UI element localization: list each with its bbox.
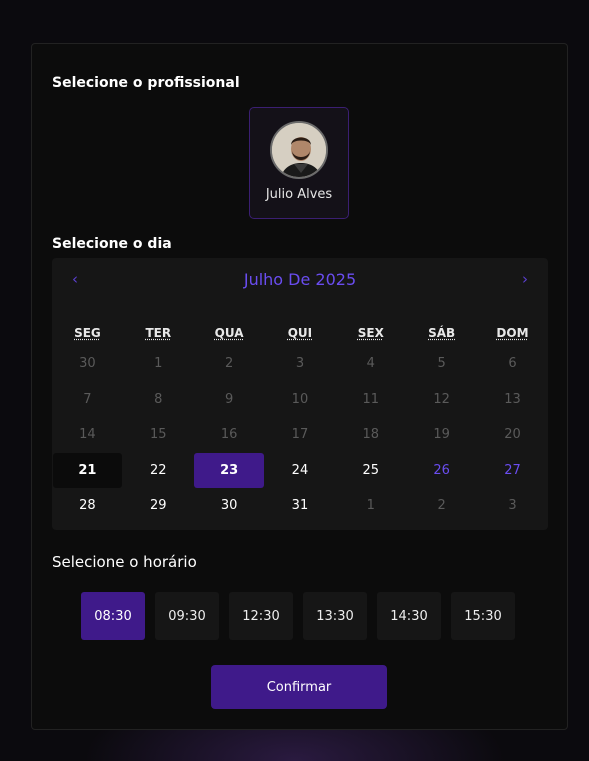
calendar-day[interactable]: 21 [52,452,123,488]
calendar-day[interactable]: 24 [265,453,335,489]
calendar-day[interactable]: 29 [123,488,193,524]
booking-card: Selecione o profissional Julio Alves Sel… [31,43,568,730]
calendar: ‹ Julho De 2025 › SEG TER QUA QUI SEX SÁB DOM 3… [52,258,548,530]
calendar-day: 6 [508,356,517,372]
avatar [270,121,328,179]
calendar-day: 1 [154,356,163,372]
calendar-day: 14 [79,427,96,443]
weekday-header: QUI [287,326,313,340]
next-month-icon[interactable]: › [522,270,528,288]
calendar-day[interactable]: 28 [53,488,123,524]
calendar-day: 1 [366,498,375,514]
time-slot[interactable]: 13:30 [303,592,367,640]
time-slot[interactable]: 15:30 [451,592,515,640]
calendar-day: 13 [504,391,521,407]
weekday-header: SÁB [428,326,456,340]
professional-card-julio-alves[interactable]: Julio Alves [249,107,349,219]
calendar-day[interactable]: 25 [336,453,406,489]
calendar-day: 5 [437,356,446,372]
calendar-day: 3 [295,356,305,372]
weekday-header: TER [145,326,172,340]
time-slot[interactable]: 09:30 [155,592,219,640]
calendar-day[interactable]: 27 [478,453,548,489]
calendar-day: 10 [291,391,309,407]
calendar-day: 4 [366,356,375,372]
calendar-day: 16 [220,427,238,443]
time-slots: 08:30 09:30 12:30 13:30 14:30 15:30 [81,592,515,640]
calendar-day[interactable]: 31 [265,488,335,524]
professional-section-title: Selecione o profissional [52,75,240,91]
weekday-header: SEG [74,326,101,340]
calendar-day: 7 [83,391,92,407]
calendar-day: 19 [433,427,450,443]
weekday-header: SEX [357,326,384,340]
day-section-title: Selecione o dia [52,236,172,252]
calendar-day: 11 [362,391,380,407]
calendar-day-selected[interactable]: 23 [194,452,265,488]
weekday-header: DOM [496,326,529,340]
professional-name: Julio Alves [265,187,333,202]
time-section-title: Selecione o horário [52,553,197,571]
calendar-day: 15 [149,427,167,443]
calendar-grid: SEG TER QUA QUI SEX SÁB DOM 30 1 2 3 4 5 6 7 8 9 10 11 12 13… [52,326,548,524]
confirm-button[interactable]: Confirmar [211,665,387,709]
calendar-day: 9 [224,391,234,407]
calendar-day: 30 [79,356,96,372]
calendar-day: 8 [154,391,163,407]
calendar-day: 17 [291,427,309,443]
calendar-day: 3 [508,498,517,514]
calendar-day: 2 [437,498,446,514]
calendar-day[interactable]: 26 [407,453,477,489]
calendar-day[interactable]: 30 [194,488,264,524]
avatar-portrait-icon [272,123,326,177]
calendar-day: 20 [504,427,521,443]
calendar-day: 2 [224,356,234,372]
calendar-day: 18 [362,427,380,443]
time-slot-selected[interactable]: 08:30 [81,592,145,640]
time-slot[interactable]: 14:30 [377,592,441,640]
weekday-header: QUA [214,326,244,340]
calendar-day[interactable]: 22 [123,453,193,489]
calendar-day: 12 [433,391,450,407]
time-slot[interactable]: 12:30 [229,592,293,640]
calendar-month-title: Julho De 2025 [243,270,357,289]
